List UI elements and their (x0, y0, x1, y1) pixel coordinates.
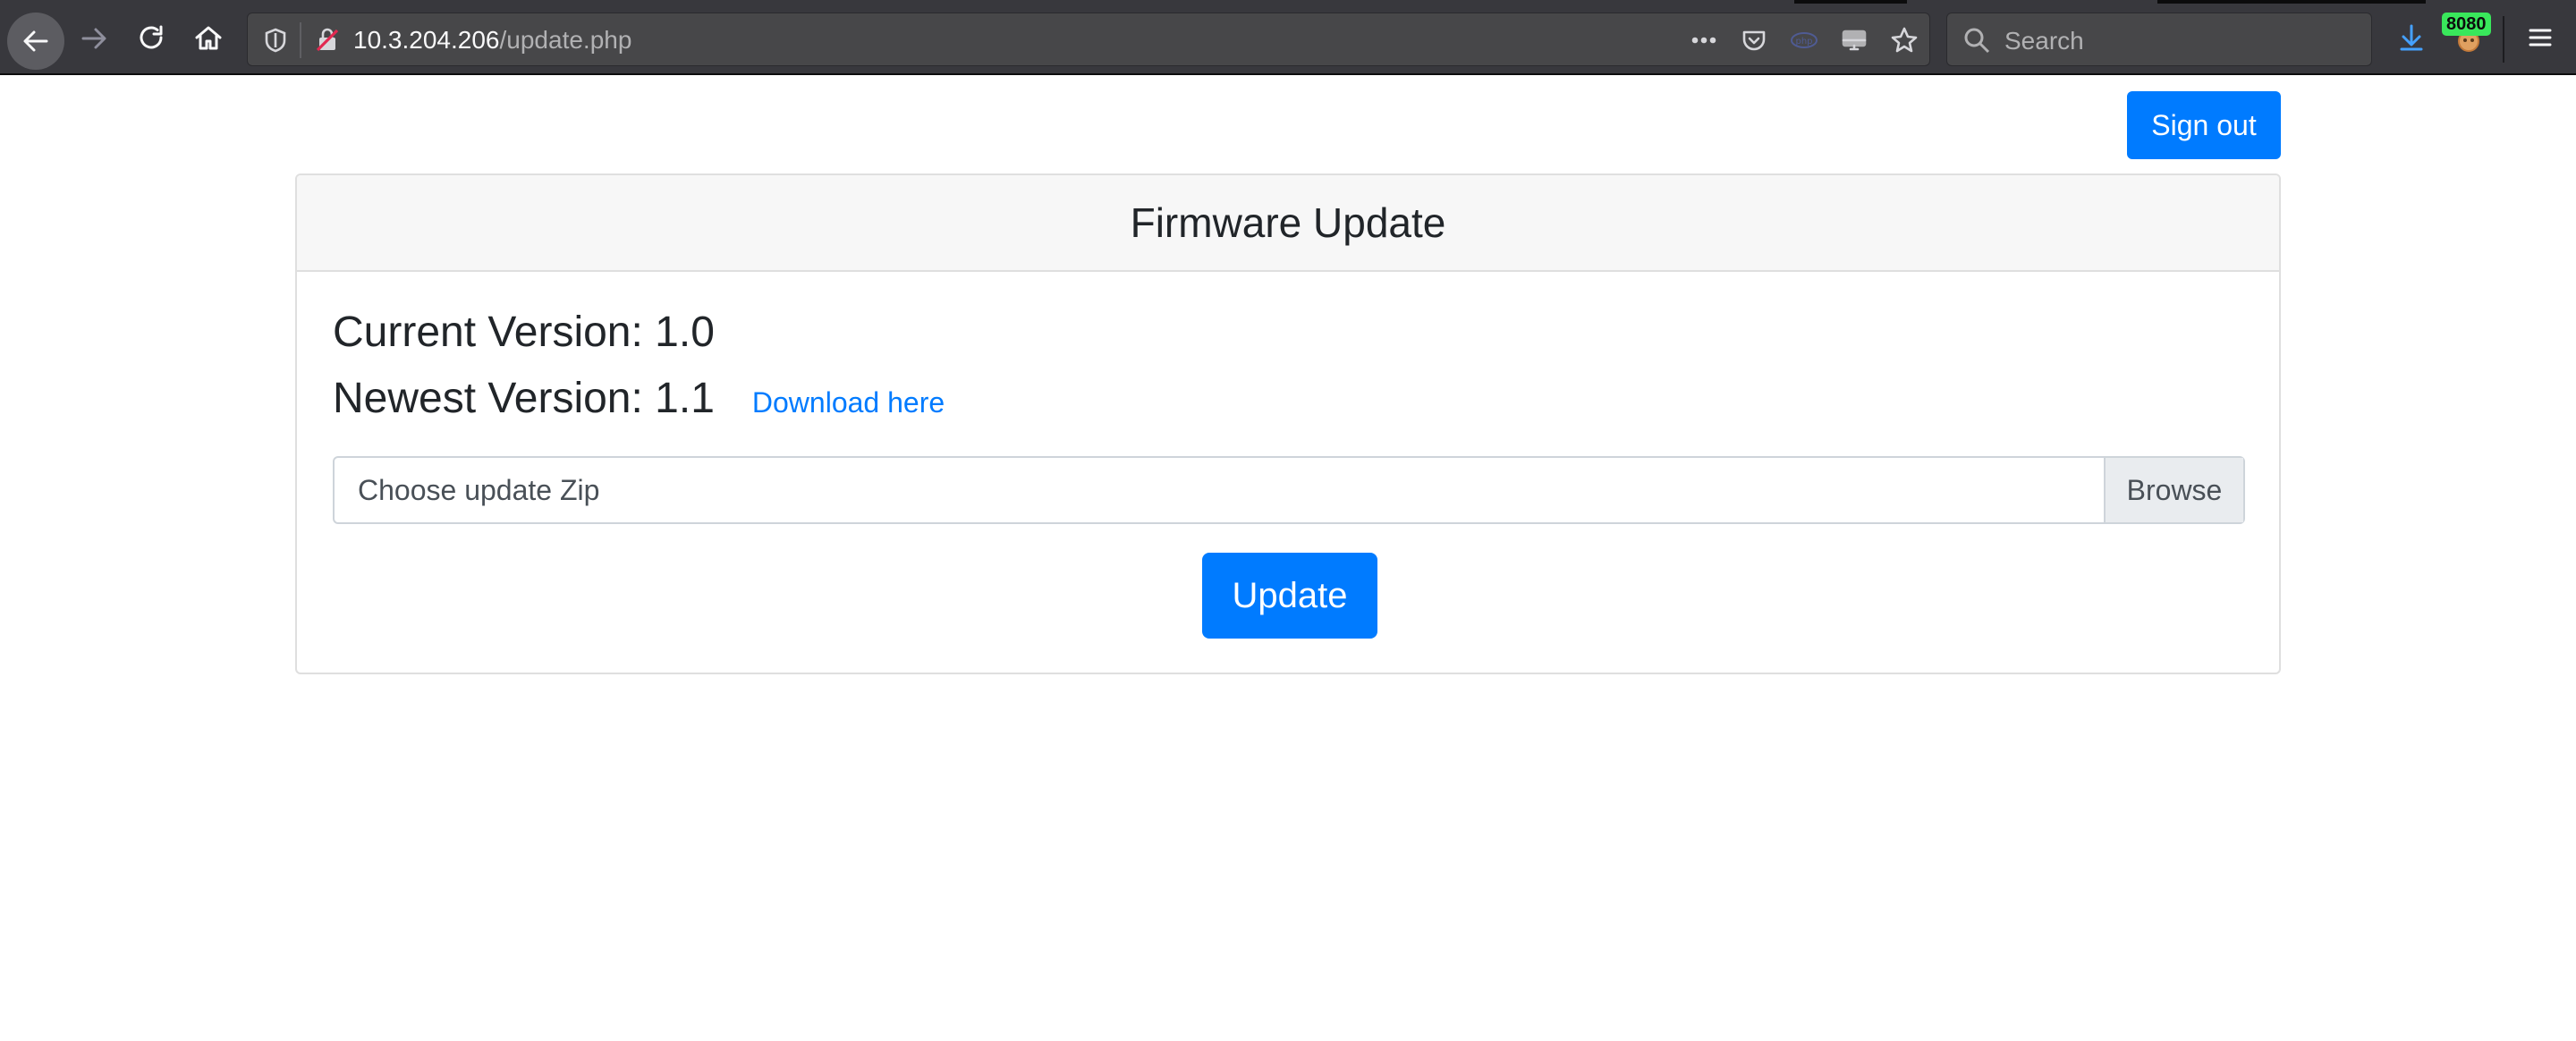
search-icon (1964, 28, 1990, 54)
screenshot-icon (1842, 30, 1867, 51)
search-placeholder: Search (2004, 27, 2084, 55)
url-text[interactable]: 10.3.204.206/update.php (353, 26, 631, 55)
menu-button[interactable] (2517, 14, 2563, 61)
downloads-button[interactable] (2388, 14, 2435, 61)
back-arrow-icon (23, 30, 48, 52)
hamburger-menu-icon (2529, 29, 2552, 47)
back-button[interactable] (7, 13, 64, 70)
pocket-button[interactable] (1734, 21, 1774, 60)
php-extension-button[interactable]: php (1784, 21, 1824, 60)
screenshot-button[interactable] (1835, 21, 1874, 60)
card-header: Firmware Update (297, 175, 2279, 272)
svg-text:php: php (1795, 37, 1812, 47)
sign-out-button[interactable]: Sign out (2127, 91, 2281, 159)
download-icon (2400, 24, 2423, 51)
reload-button[interactable] (125, 13, 177, 64)
tab-indicator (2157, 0, 2426, 4)
reload-icon (140, 25, 163, 49)
home-icon (195, 26, 222, 50)
bookmark-button[interactable] (1885, 21, 1924, 60)
php-extension-icon: php (1791, 32, 1818, 48)
newest-version-row: Newest Version: 1.1 Download here (333, 374, 945, 423)
pocket-icon (1742, 30, 1766, 51)
url-path: /update.php (499, 26, 632, 54)
search-bar[interactable]: Search (1946, 13, 2372, 66)
url-host: 10.3.204.206 (353, 26, 500, 54)
home-button[interactable] (182, 13, 234, 64)
forward-arrow-icon (81, 28, 106, 49)
bookmark-star-icon (1891, 27, 1918, 53)
forward-button[interactable] (68, 13, 120, 64)
page-actions: php (1674, 21, 1924, 60)
browse-button[interactable]: Browse (2104, 458, 2243, 522)
tracking-protection-icon[interactable] (260, 25, 291, 55)
newest-version: Newest Version: 1.1 (333, 375, 715, 422)
page-actions-button[interactable] (1684, 21, 1724, 60)
update-button[interactable]: Update (1202, 553, 1377, 639)
insecure-lock-icon[interactable] (312, 25, 343, 55)
url-bar[interactable]: 10.3.204.206/update.php php (247, 13, 1930, 66)
download-link[interactable]: Download here (752, 386, 945, 419)
toolbar-divider (2503, 16, 2504, 63)
browser-toolbar: 10.3.204.206/update.php php Search 8080 (0, 0, 2576, 75)
url-divider (300, 22, 301, 58)
current-version: Current Version: 1.0 (333, 309, 715, 356)
page-actions-icon (1691, 37, 1716, 44)
extension-badge: 8080 (2442, 13, 2491, 36)
tab-indicator (1794, 0, 1907, 4)
card-title: Firmware Update (1130, 199, 1446, 246)
file-input-label[interactable]: Choose update Zip (335, 458, 2104, 522)
update-file-input[interactable]: Choose update Zip Browse (333, 456, 2245, 524)
firmware-update-card: Firmware Update Current Version: 1.0 New… (295, 174, 2281, 674)
